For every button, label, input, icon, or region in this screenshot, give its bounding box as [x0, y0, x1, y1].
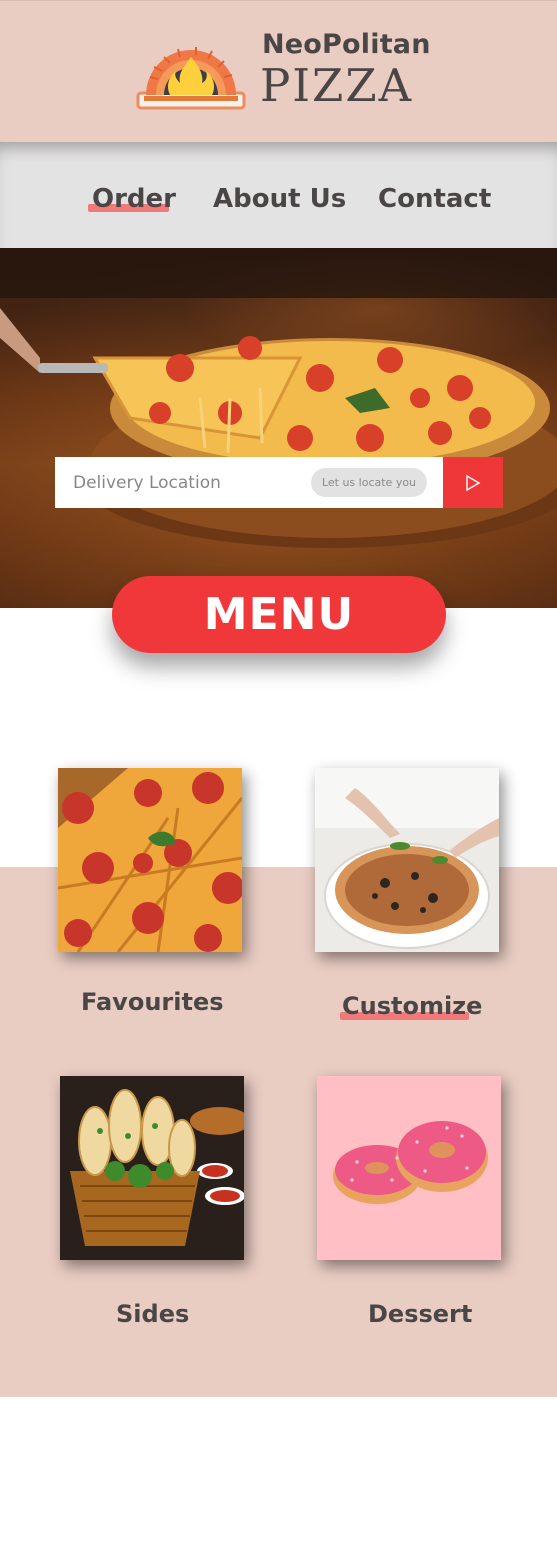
garlic-bread-basket-image — [60, 1076, 244, 1260]
nav-item-contact[interactable]: Contact — [378, 184, 491, 214]
site-header: NeoPolitan PIZZA — [0, 0, 557, 142]
category-label-sides[interactable]: Sides — [116, 1300, 189, 1328]
topping-pizza-image — [315, 768, 499, 952]
nav-item-about-us[interactable]: About Us — [213, 184, 346, 214]
main-nav: Order About Us Contact — [0, 142, 557, 248]
category-sides-tile[interactable] — [60, 1076, 244, 1260]
brand-name-bottom: PIZZA — [260, 59, 414, 112]
hero-pizza-image — [0, 248, 557, 608]
delivery-location-search: Let us locate you — [55, 457, 443, 508]
category-favourites-tile[interactable] — [58, 768, 242, 952]
locate-me-button[interactable]: Let us locate you — [311, 468, 427, 497]
play-arrow-icon — [466, 474, 481, 491]
pepperoni-pizza-image — [58, 768, 242, 952]
menu-heading-pill: MENU — [112, 576, 446, 653]
category-label-favourites[interactable]: Favourites — [81, 988, 224, 1016]
menu-label: MENU — [203, 589, 355, 640]
category-customize-tile[interactable] — [315, 768, 499, 952]
delivery-location-input[interactable] — [55, 457, 305, 508]
category-dessert-tile[interactable] — [317, 1076, 501, 1260]
brand-name-top: NeoPolitan — [262, 29, 431, 60]
category-label-dessert[interactable]: Dessert — [368, 1300, 472, 1328]
nav-item-order[interactable]: Order — [92, 184, 176, 214]
search-submit-button[interactable] — [443, 457, 503, 508]
pink-donuts-image — [317, 1076, 501, 1260]
pizza-oven-icon — [136, 47, 246, 110]
category-label-customize[interactable]: Customize — [342, 992, 482, 1020]
